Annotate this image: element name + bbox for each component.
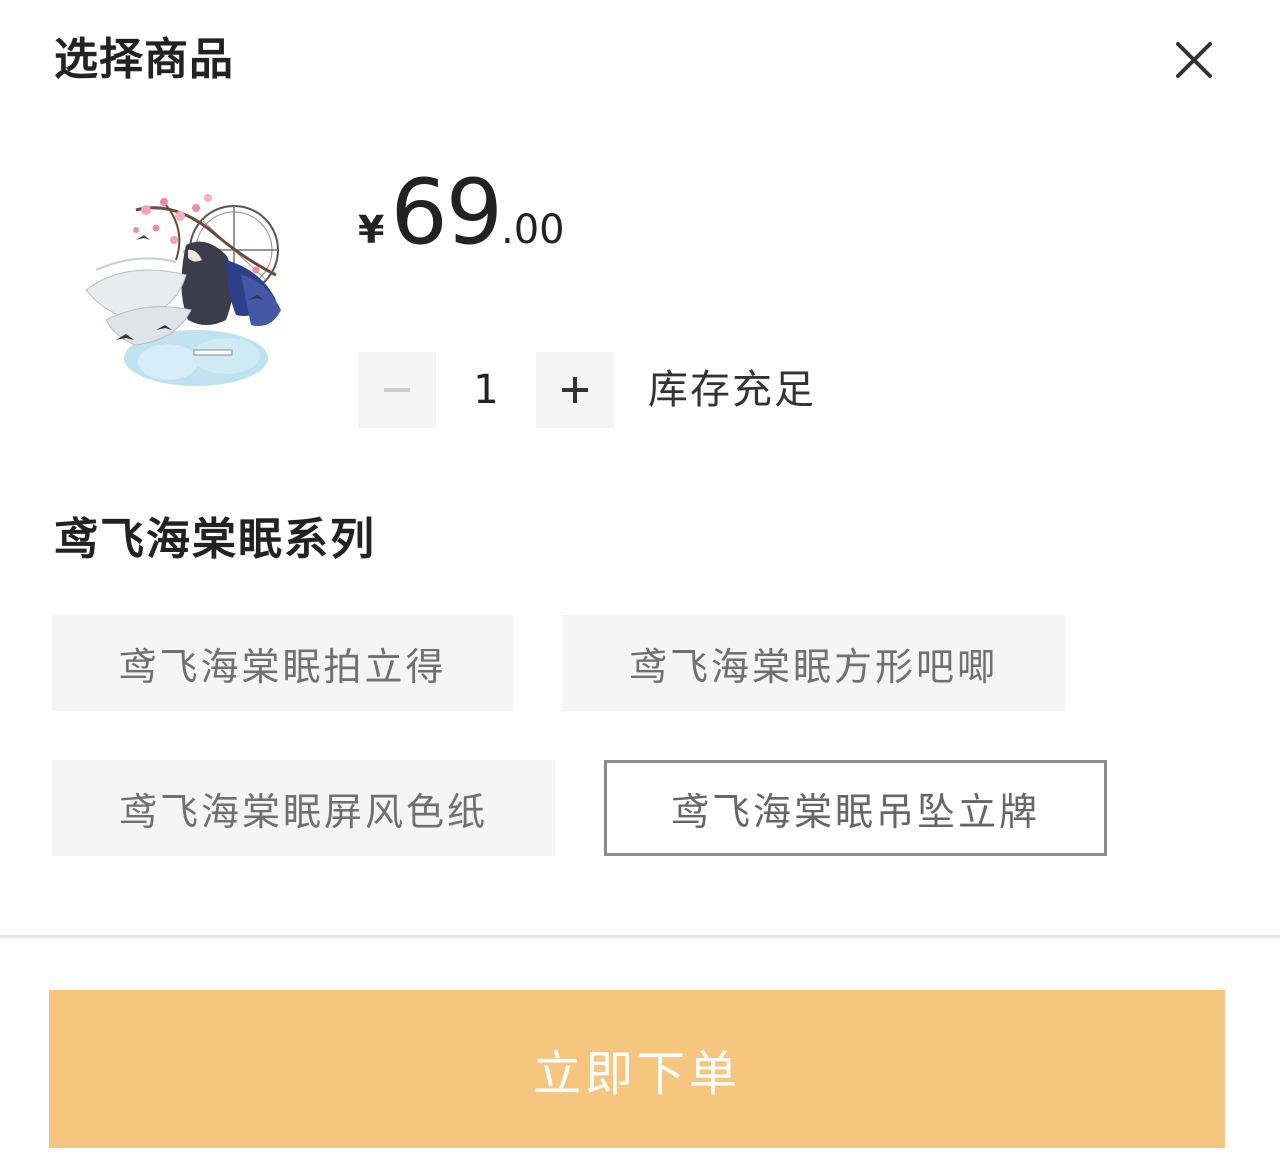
- close-icon: [1176, 42, 1212, 78]
- price-decimal: .00: [500, 207, 565, 253]
- order-now-button[interactable]: 立即下单: [49, 990, 1225, 1148]
- divider: [0, 935, 1280, 938]
- quantity-value[interactable]: 1: [436, 352, 536, 428]
- decrease-button[interactable]: [358, 352, 436, 428]
- option-square-badge[interactable]: 鸢飞海棠眠方形吧唧: [562, 615, 1065, 711]
- page-title: 选择商品: [54, 34, 234, 85]
- series-title: 鸢飞海棠眠系列: [54, 514, 376, 565]
- price-integer: 69: [390, 160, 503, 265]
- option-screen-shikishi[interactable]: 鸢飞海棠眠屏风色纸: [52, 760, 555, 856]
- quantity-stepper: 1: [358, 352, 614, 428]
- increase-button[interactable]: [536, 352, 614, 428]
- stock-status: 库存充足: [648, 367, 816, 413]
- option-polaroid[interactable]: 鸢飞海棠眠拍立得: [52, 615, 513, 711]
- price: ¥ 69 .00: [358, 160, 565, 265]
- plus-icon: [562, 377, 588, 403]
- minus-icon: [384, 388, 410, 392]
- option-pendant-standee[interactable]: 鸢飞海棠眠吊坠立牌: [604, 760, 1107, 856]
- price-currency: ¥: [358, 208, 385, 252]
- product-image: [76, 180, 312, 410]
- close-button[interactable]: [1166, 32, 1222, 88]
